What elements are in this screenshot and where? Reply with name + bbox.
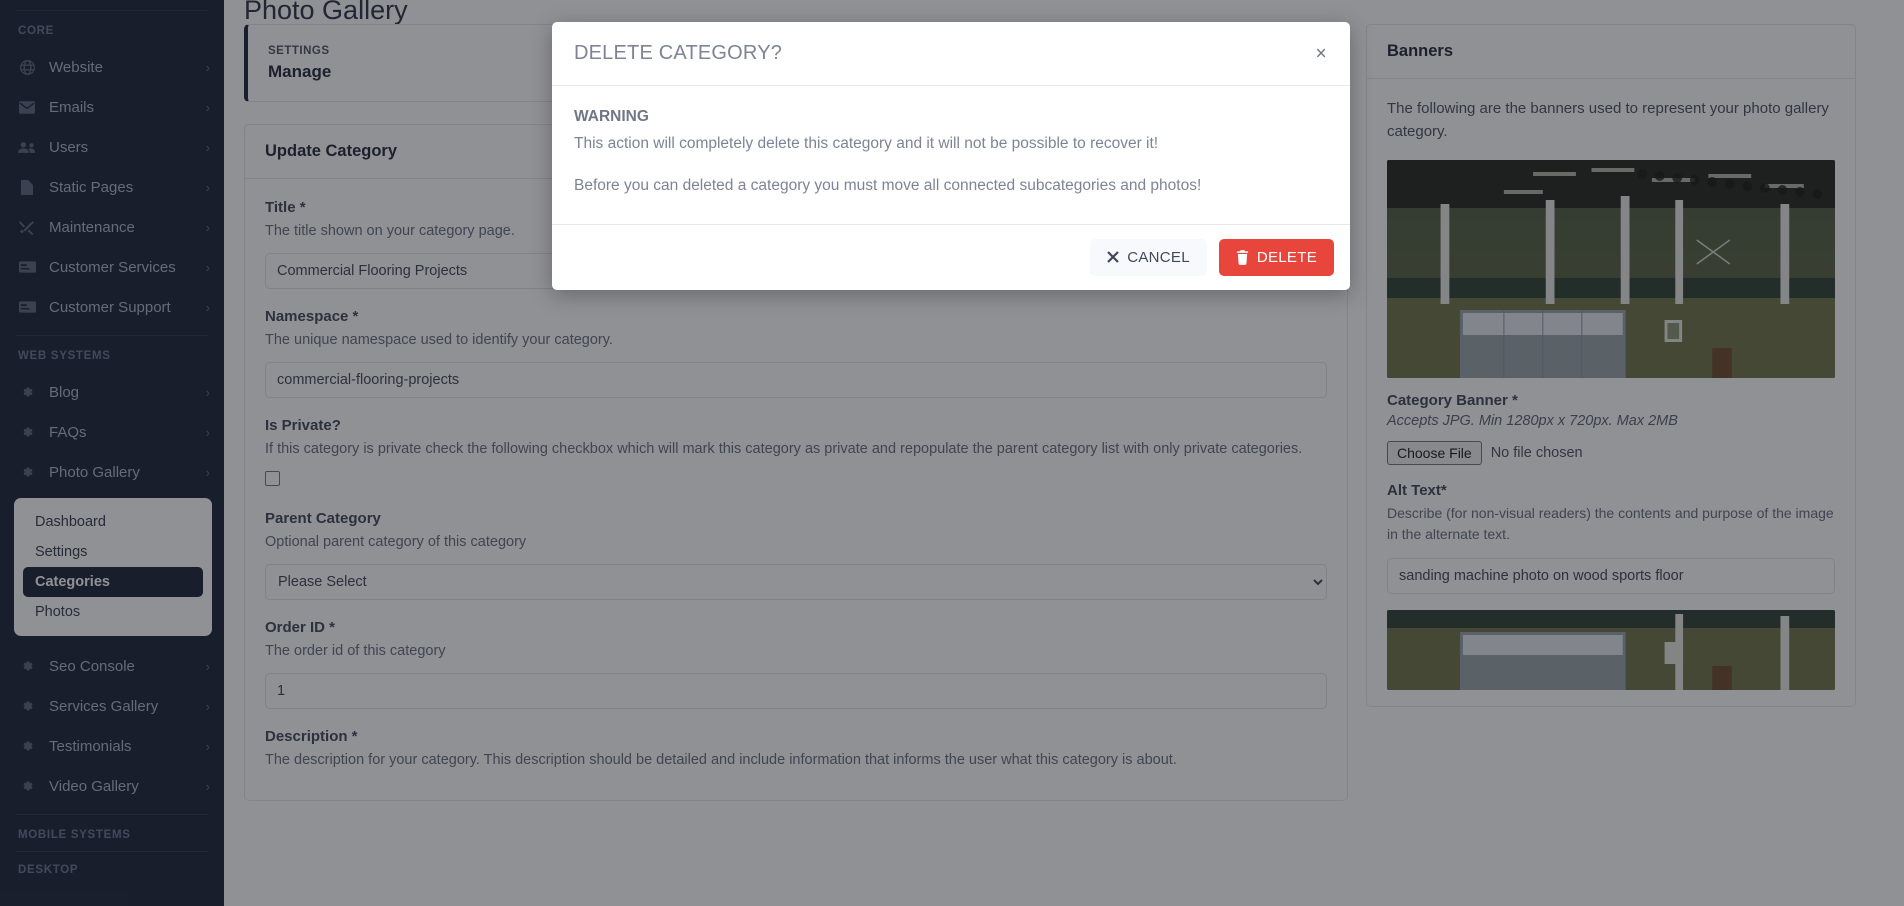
modal-line-1: This action will completely delete this … [574, 135, 1159, 152]
modal-header: DELETE CATEGORY? × [552, 22, 1350, 86]
modal-body: WARNING This action will completely dele… [552, 86, 1350, 224]
modal-title: DELETE CATEGORY? [574, 42, 783, 64]
close-x-icon [1107, 251, 1119, 263]
modal-footer: CANCEL DELETE [552, 223, 1350, 290]
close-icon[interactable]: × [1310, 44, 1332, 63]
modal-line-2: Before you can deleted a category you mu… [574, 177, 1202, 195]
trash-icon [1236, 249, 1249, 265]
modal-warning-heading: WARNING [574, 108, 649, 125]
delete-category-modal: DELETE CATEGORY? × WARNING This action w… [552, 22, 1350, 290]
app-root: CORE Website › Emails › Users › Static P… [0, 0, 1904, 906]
delete-button[interactable]: DELETE [1218, 238, 1334, 276]
cancel-button-label: CANCEL [1127, 248, 1190, 266]
delete-button-label: DELETE [1256, 248, 1317, 266]
cancel-button[interactable]: CANCEL [1090, 238, 1207, 276]
